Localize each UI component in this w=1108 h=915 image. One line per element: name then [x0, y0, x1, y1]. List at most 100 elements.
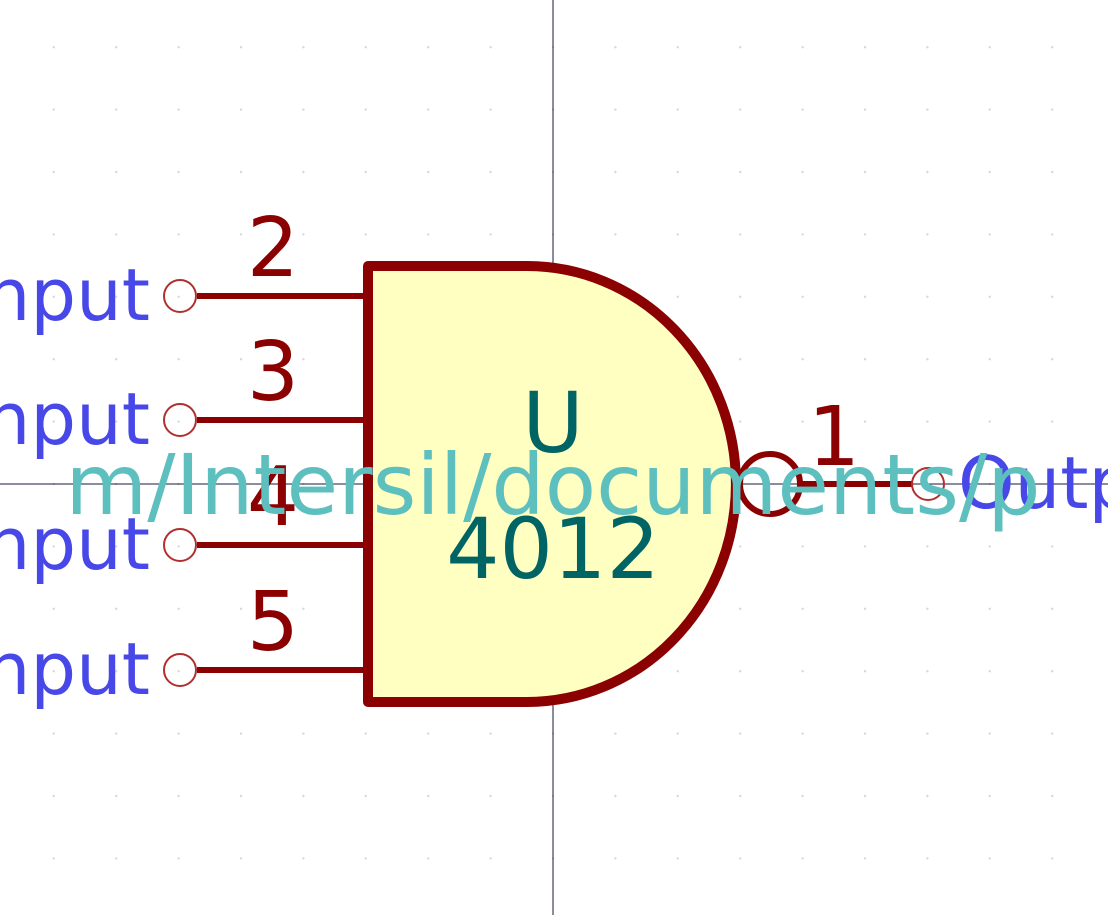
grid-dot — [739, 233, 742, 236]
grid-dot — [1051, 732, 1054, 735]
grid-dot — [1051, 545, 1054, 548]
grid-dot — [926, 46, 929, 49]
grid-dot — [926, 295, 929, 298]
grid-dot — [801, 170, 804, 174]
grid-dot — [926, 545, 929, 548]
grid-dot — [863, 358, 867, 361]
grid-dot — [739, 358, 742, 361]
grid-dot — [926, 108, 929, 111]
grid-dot — [988, 607, 991, 610]
grid-dot — [863, 857, 867, 860]
grid-dot — [177, 295, 180, 298]
grid-dot — [115, 358, 118, 361]
grid-dot — [988, 732, 991, 735]
grid-dot — [302, 358, 305, 361]
grid-dot — [926, 358, 929, 361]
pin-2-connection-point[interactable] — [163, 279, 197, 313]
grid-dot — [614, 46, 617, 49]
grid-dot — [988, 295, 991, 298]
grid-dot — [614, 857, 617, 860]
grid-dot — [926, 794, 929, 798]
grid-dot — [1051, 420, 1054, 423]
grid-dot — [177, 607, 180, 610]
grid-dot — [739, 732, 742, 735]
grid-dot — [739, 545, 742, 548]
grid-dot — [302, 170, 305, 174]
grid-dot — [988, 794, 991, 798]
grid-dot — [302, 108, 305, 111]
pin-2[interactable]: 2 nput — [0, 201, 368, 337]
grid-dot — [739, 420, 742, 423]
grid-dot — [863, 670, 867, 673]
grid-dot — [115, 794, 118, 798]
grid-dot — [614, 108, 617, 111]
grid-dot — [1051, 233, 1054, 236]
pin-5[interactable]: 5 nput — [0, 575, 368, 711]
grid-dot — [801, 420, 804, 423]
grid-dot — [676, 670, 679, 673]
grid-dot — [177, 670, 180, 673]
grid-dot — [739, 607, 742, 610]
grid-dot — [115, 170, 118, 174]
grid-dot — [1051, 794, 1054, 798]
grid-dot — [302, 607, 305, 610]
grid-dot — [614, 794, 617, 798]
pin-3-connection-point[interactable] — [163, 403, 197, 437]
grid-dot — [614, 170, 617, 174]
grid-dot — [614, 732, 617, 735]
pin-5-name: nput — [0, 627, 150, 711]
grid-dot — [614, 233, 617, 236]
grid-dot — [52, 233, 55, 236]
pin-5-number: 5 — [247, 575, 299, 670]
grid-dot — [801, 857, 804, 860]
grid-dot — [739, 108, 742, 111]
grid-dot — [801, 295, 804, 298]
grid-dot — [801, 358, 804, 361]
grid-dot — [427, 46, 430, 49]
grid-dot — [364, 794, 367, 798]
grid-dot — [988, 170, 991, 174]
grid-dot — [863, 295, 867, 298]
grid-dot — [676, 46, 679, 49]
grid-dot — [676, 108, 679, 111]
grid-dot — [801, 108, 804, 111]
grid-dot — [801, 670, 804, 673]
grid-dot — [489, 732, 492, 735]
grid-dot — [427, 794, 430, 798]
grid-dot — [427, 170, 430, 174]
pin-2-number: 2 — [247, 201, 299, 296]
pin-2-name: nput — [0, 253, 150, 337]
grid-dot — [926, 670, 929, 673]
grid-dot — [1051, 170, 1054, 174]
grid-dot — [364, 46, 367, 49]
grid-dot — [239, 794, 243, 798]
grid-dot — [863, 420, 867, 423]
grid-dot — [863, 607, 867, 610]
grid-dot — [427, 108, 430, 111]
grid-dot — [52, 794, 55, 798]
grid-dot — [177, 545, 180, 548]
grid-dot — [489, 46, 492, 49]
grid-dot — [52, 358, 55, 361]
grid-dot — [676, 732, 679, 735]
pin-5-connection-point[interactable] — [163, 653, 197, 687]
grid-dot — [177, 732, 180, 735]
grid-dot — [239, 170, 243, 174]
grid-dot — [364, 108, 367, 111]
grid-dot — [177, 170, 180, 174]
grid-dot — [739, 857, 742, 860]
grid-dot — [801, 794, 804, 798]
grid-dot — [863, 170, 867, 174]
grid-dot — [177, 794, 180, 798]
grid-dot — [364, 732, 367, 735]
grid-dot — [115, 732, 118, 735]
datasheet-field[interactable]: m/Intersil/documents/p — [65, 436, 1040, 534]
grid-dot — [988, 46, 991, 49]
grid-dot — [239, 358, 243, 361]
grid-dot — [364, 233, 367, 236]
grid-dot — [115, 857, 118, 860]
grid-dot — [801, 233, 804, 236]
grid-dot — [427, 857, 430, 860]
grid-dot — [239, 46, 243, 49]
grid-dot — [926, 233, 929, 236]
